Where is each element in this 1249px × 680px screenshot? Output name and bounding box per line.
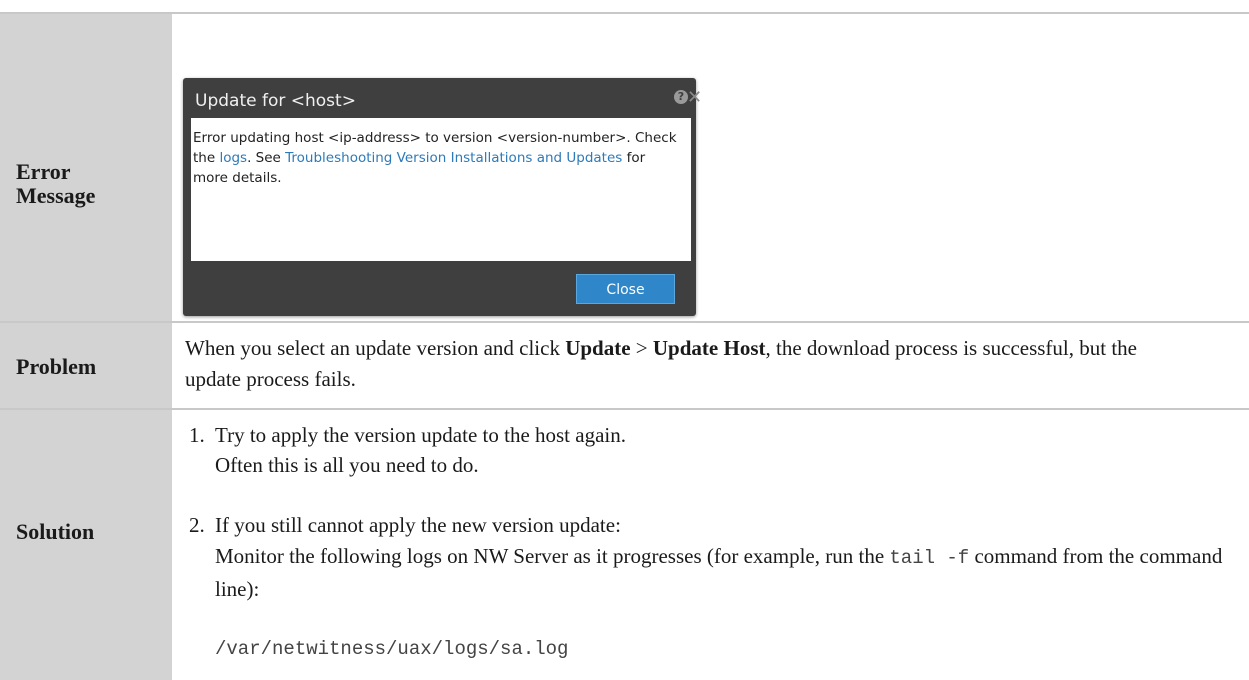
error-message-content: Update for <host> ? ✕ Error updating hos… (172, 14, 1249, 321)
dialog-message-part2: . See (247, 150, 286, 166)
update-menu-ref: Update (565, 336, 631, 360)
error-message-label: Error Message (0, 14, 172, 321)
step1-line1: Try to apply the version update to the h… (215, 423, 626, 447)
problem-content: When you select an update version and cl… (172, 323, 1249, 408)
dialog-title: Update for <host> (195, 91, 356, 111)
close-button[interactable]: Close (576, 274, 675, 304)
update-host-ref: Update Host (652, 336, 766, 360)
solution-label: Solution (0, 410, 172, 680)
solution-label-text: Solution (16, 519, 95, 544)
menu-arrow: > (630, 336, 653, 360)
solution-content: 1. Try to apply the version update to th… (172, 410, 1249, 680)
log-path: /var/netwitness/uax/logs/sa.log (215, 638, 569, 660)
step2-line1: If you still cannot apply the new versio… (215, 513, 621, 537)
update-dialog: Update for <host> ? ✕ Error updating hos… (183, 78, 702, 316)
problem-text: When you select an update version and cl… (185, 333, 1185, 395)
problem-row: Problem When you select an update versio… (0, 323, 1249, 408)
step1-line2: Often this is all you need to do. (215, 453, 479, 477)
dialog-message: Error updating host <ip-address> to vers… (193, 128, 681, 188)
step2-line2-a: Monitor the following logs on NW Server … (215, 544, 890, 568)
troubleshooting-link[interactable]: Troubleshooting Version Installations an… (285, 150, 622, 166)
problem-label: Problem (0, 323, 172, 408)
error-message-row: Error Message Update for <host> ? ✕ Erro… (0, 14, 1249, 321)
solution-row: Solution 1. Try to apply the version upd… (0, 410, 1249, 680)
logs-link[interactable]: logs (219, 150, 247, 166)
tail-command: tail -f (889, 547, 970, 569)
problem-text-before: When you select an update version and cl… (185, 336, 566, 360)
step1-number: 1. (189, 423, 205, 447)
error-message-label-text: Error Message (16, 159, 96, 208)
step2-line2: Monitor the following logs on NW Server … (215, 541, 1235, 605)
step2-number: 2. (189, 513, 205, 537)
close-icon[interactable]: ✕ (687, 87, 702, 108)
help-icon[interactable]: ? (674, 90, 688, 104)
problem-label-text: Problem (16, 354, 97, 379)
